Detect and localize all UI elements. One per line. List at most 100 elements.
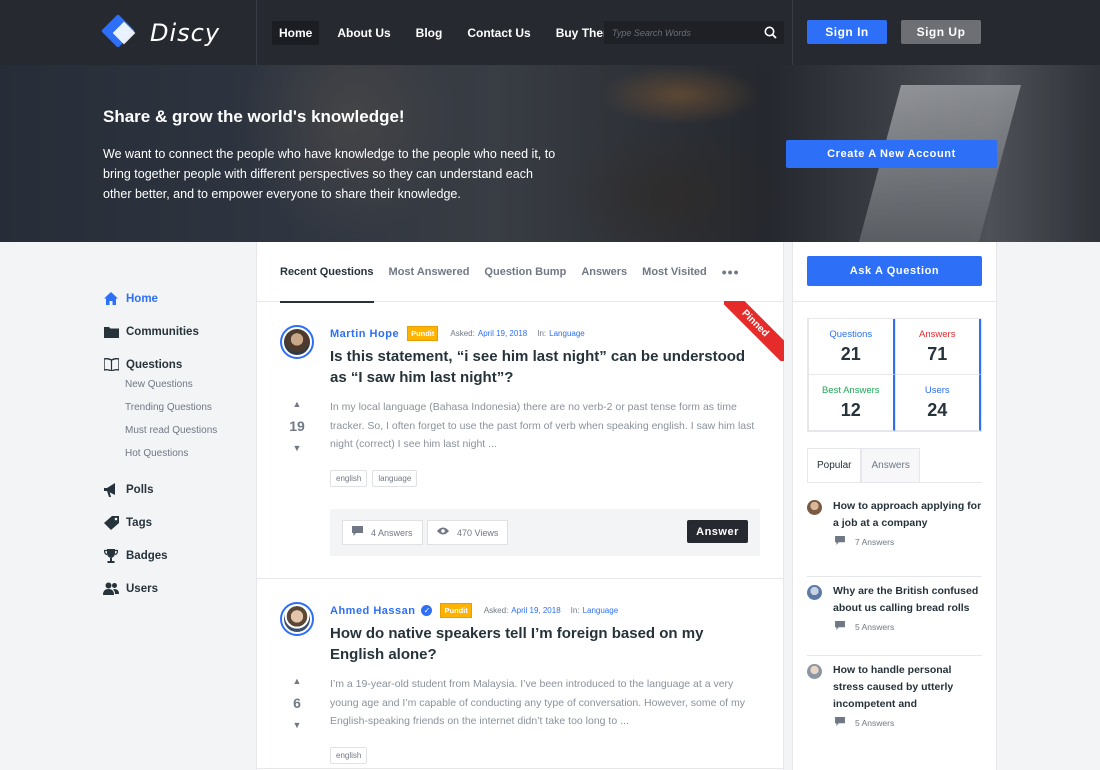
nav-home[interactable]: Home (272, 21, 320, 45)
sidebar-item-users[interactable]: Users (103, 572, 243, 605)
nav-contact-us[interactable]: Contact Us (460, 21, 537, 45)
hero-description: We want to connect the people who have k… (103, 147, 556, 201)
avatar[interactable] (807, 500, 822, 515)
tag-language[interactable]: language (372, 470, 418, 487)
question-meta: Ahmed Hassan ✓ Pundit Asked: April 19, 2… (330, 603, 618, 618)
stat-label: Best Answers (821, 385, 880, 396)
sidebar-item-label: Polls (126, 483, 154, 496)
avatar[interactable] (807, 585, 822, 600)
stat-questions: Questions 21 (808, 319, 895, 375)
answer-button[interactable]: Answer (687, 520, 748, 543)
header-divider (792, 0, 793, 65)
popular-question-title[interactable]: How to handle personal stress caused by … (833, 662, 982, 713)
top-header: Discy Home About Us Blog Contact Us Buy … (0, 0, 1100, 65)
question-tags: english (330, 747, 372, 764)
question-excerpt: In my local language (Bahasa Indonesia) … (330, 401, 755, 450)
tab-most-visited[interactable]: Most Visited (642, 242, 707, 302)
sidebar-item-polls[interactable]: Polls (103, 473, 243, 506)
hero-banner: Share & grow the world's knowledge! We w… (0, 65, 1100, 242)
sidebar-item-badges[interactable]: Badges (103, 539, 243, 572)
avatar[interactable] (807, 664, 822, 679)
stat-label: Answers (919, 329, 956, 340)
nav-about-us[interactable]: About Us (330, 21, 397, 45)
upvote-icon[interactable]: ▲ (285, 676, 309, 686)
question-date[interactable]: April 19, 2018 (478, 329, 527, 338)
popular-answers: 5 Answers (833, 717, 982, 728)
asked-label: Asked: (483, 606, 509, 615)
views-count-button[interactable]: 470 Views (427, 520, 509, 545)
popular-question-title[interactable]: How to approach applying for a job at a … (833, 498, 982, 532)
sidebar-sub-hot-questions[interactable]: Hot Questions (125, 442, 243, 465)
answers-count-button[interactable]: 4 Answers (342, 520, 423, 545)
divider (793, 301, 996, 302)
main-content: Recent Questions Most Answered Question … (256, 242, 784, 770)
ask-question-button[interactable]: Ask A Question (807, 256, 982, 286)
popular-question-title[interactable]: Why are the British confused about us ca… (833, 583, 982, 617)
question-title[interactable]: How do native speakers tell I’m foreign … (330, 623, 760, 665)
header-divider (256, 0, 257, 65)
tag-english[interactable]: english (330, 747, 368, 764)
sidebar-item-tags[interactable]: Tags (103, 506, 243, 539)
tab-answers[interactable]: Answers (861, 448, 920, 482)
answers-count: 5 Answers (855, 717, 895, 728)
megaphone-icon (103, 482, 119, 498)
logo[interactable]: Discy (101, 14, 220, 51)
popular-answers: 7 Answers (833, 536, 982, 547)
question-title[interactable]: Is this statement, “i see him last night… (330, 346, 760, 388)
sidebar-sub-must-read-questions[interactable]: Must read Questions (125, 419, 243, 442)
popular-tabs: Popular Answers (807, 448, 982, 483)
question-category[interactable]: Language (549, 329, 585, 338)
create-account-button[interactable]: Create A New Account (786, 140, 997, 168)
nav-blog[interactable]: Blog (409, 21, 450, 45)
hero-title: Share & grow the world's knowledge! (103, 107, 405, 126)
vote-widget: ▲ 6 ▼ (285, 676, 309, 730)
sidebar-sub-trending-questions[interactable]: Trending Questions (125, 396, 243, 419)
book-icon (103, 357, 119, 373)
search-input[interactable] (604, 27, 756, 38)
downvote-icon[interactable]: ▼ (285, 720, 309, 730)
question-tags: english language (330, 470, 422, 487)
question-footer: 4 Answers 470 Views Answer (330, 509, 760, 556)
list-item: How to handle personal stress caused by … (807, 656, 982, 754)
tab-question-bump[interactable]: Question Bump (484, 242, 566, 302)
stat-label: Users (924, 385, 950, 396)
status-badge: Pundit (440, 603, 472, 618)
tab-most-answered[interactable]: Most Answered (389, 242, 470, 302)
avatar[interactable] (280, 325, 314, 359)
author-name[interactable]: Martin Hope (330, 328, 399, 340)
question-category[interactable]: Language (583, 606, 619, 615)
asked-label: Asked: (450, 329, 475, 338)
tab-popular[interactable]: Popular (807, 448, 862, 482)
tag-english[interactable]: english (330, 470, 368, 487)
stat-value: 21 (840, 344, 861, 364)
upvote-icon[interactable]: ▲ (285, 399, 309, 409)
sidebar-item-communities[interactable]: Communities (103, 315, 243, 348)
author-name[interactable]: Ahmed Hassan (330, 605, 415, 617)
question-tabs: Recent Questions Most Answered Question … (257, 242, 783, 303)
more-tabs-icon[interactable]: ••• (722, 264, 740, 280)
eye-icon (437, 527, 449, 538)
sidebar-item-label: Communities (126, 325, 199, 338)
in-label: In: (570, 606, 580, 615)
search-box (604, 21, 784, 44)
sidebar-item-home[interactable]: Home (103, 282, 243, 315)
sign-in-button[interactable]: Sign In (807, 20, 887, 44)
search-icon[interactable] (756, 26, 784, 39)
tab-recent-questions[interactable]: Recent Questions (280, 242, 374, 303)
stat-best-answers: Best Answers 12 (808, 375, 895, 431)
downvote-icon[interactable]: ▼ (285, 443, 309, 453)
sign-up-button[interactable]: Sign Up (901, 20, 981, 44)
question-date[interactable]: April 19, 2018 (511, 606, 560, 615)
tag-icon (103, 515, 119, 531)
sidebar-sub-new-questions[interactable]: New Questions (125, 373, 243, 396)
stat-label: Questions (829, 329, 873, 340)
vote-count: 6 (293, 695, 301, 711)
avatar[interactable] (280, 602, 314, 636)
folder-icon (103, 324, 119, 340)
vote-widget: ▲ 19 ▼ (285, 399, 309, 453)
question-card: Ahmed Hassan ✓ Pundit Asked: April 19, 2… (257, 579, 783, 769)
comment-icon (352, 526, 363, 539)
main-nav: Home About Us Blog Contact Us Buy Theme (272, 21, 638, 45)
tab-answers[interactable]: Answers (581, 242, 627, 302)
logo-mark-icon (101, 14, 138, 51)
